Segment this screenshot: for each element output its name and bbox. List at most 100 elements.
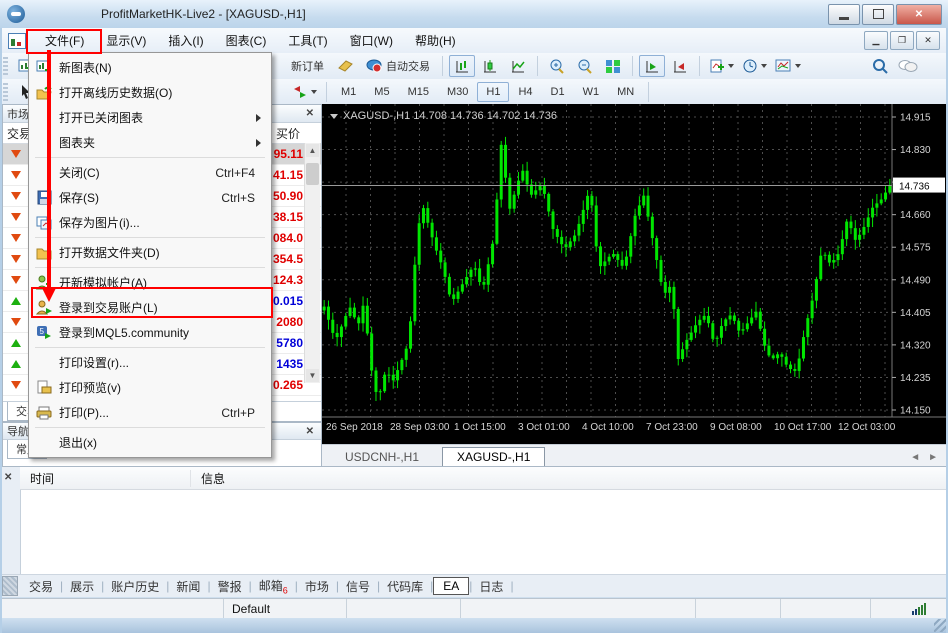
new-order-button[interactable]: 新订单 — [285, 55, 330, 77]
search-button[interactable] — [867, 55, 893, 77]
connection-status-icon — [912, 603, 926, 615]
price-chart[interactable]: 14.91514.83014.74514.66014.57514.49014.4… — [322, 104, 948, 444]
terminal-side-strip: ✕ — [0, 467, 21, 575]
file-menu-item-11[interactable]: 打印设置(r)... — [29, 350, 271, 375]
tab-scroll-left-icon[interactable]: ◄ — [910, 452, 920, 463]
menubar-item-1[interactable]: 显示(V) — [95, 30, 157, 52]
timeframe-m30-button[interactable]: M30 — [438, 82, 477, 102]
toolbar-grip[interactable] — [3, 57, 8, 75]
chart-tab-1[interactable]: XAGUSD-,H1 — [442, 447, 545, 467]
zoom-in-button[interactable] — [544, 55, 570, 77]
window-title: ProfitMarketHK-Live2 - [XAGUSD-,H1] — [101, 7, 306, 21]
file-menu-item-13[interactable]: 打印(P)...Ctrl+P — [29, 400, 271, 425]
line-chart-mode-button[interactable] — [505, 55, 531, 77]
quotes-button[interactable] — [332, 55, 358, 77]
terminal-tab-信号[interactable]: 信号 — [339, 576, 377, 597]
timeframe-d1-button[interactable]: D1 — [542, 82, 574, 102]
menubar-item-2[interactable]: 插入(I) — [157, 30, 214, 52]
menubar-item-6[interactable]: 帮助(H) — [404, 30, 467, 52]
time-column-header[interactable]: 时间 — [20, 470, 191, 487]
file-menu-item-12[interactable]: 打印预览(v) — [29, 375, 271, 400]
status-profile-cell[interactable]: Default — [224, 599, 347, 619]
mdi-restore-button[interactable]: ❐ — [890, 31, 914, 50]
periods-dropdown-caret[interactable] — [761, 64, 767, 68]
timeframe-h1-button[interactable]: H1 — [477, 82, 509, 102]
terminal-tab-展示[interactable]: 展示 — [63, 576, 101, 597]
chart-window[interactable]: 14.91514.83014.74514.66014.57514.49014.4… — [322, 104, 948, 444]
arrows-dropdown-caret[interactable] — [311, 90, 317, 94]
file-menu-item-14[interactable]: 退出(x) — [29, 430, 271, 455]
terminal-tab-交易[interactable]: 交易 — [22, 576, 60, 597]
chart-shift-button[interactable] — [667, 55, 693, 77]
mdi-close-button[interactable]: ✕ — [916, 31, 940, 50]
file-menu-item-6[interactable]: 保存为图片(i)... — [29, 210, 271, 235]
tab-scroll-right-icon[interactable]: ► — [928, 452, 938, 463]
terminal-close-icon[interactable]: ✕ — [4, 472, 12, 483]
candlestick-mode-button[interactable] — [477, 55, 503, 77]
terminal-tab-代码库[interactable]: 代码库 — [380, 576, 430, 597]
terminal-tab-账户历史[interactable]: 账户历史 — [104, 576, 166, 597]
minimize-button[interactable] — [828, 4, 860, 25]
menubar-item-5[interactable]: 窗口(W) — [339, 30, 404, 52]
terminal-tab-市场[interactable]: 市场 — [298, 576, 336, 597]
file-menu-item-4[interactable]: 关闭(C)Ctrl+F4 — [29, 160, 271, 185]
status-cell-3 — [347, 599, 461, 619]
scroll-down-icon[interactable]: ▼ — [306, 369, 319, 382]
timeframe-m5-button[interactable]: M5 — [365, 82, 398, 102]
menubar-item-4[interactable]: 工具(T) — [277, 30, 338, 52]
market-watch-close-icon[interactable]: ✕ — [303, 108, 317, 119]
chat-button[interactable] — [895, 55, 921, 77]
file-menu-item-3[interactable]: 图表夹 — [29, 130, 271, 155]
down-arrow-icon — [3, 171, 29, 179]
profile-label: Default — [232, 602, 270, 616]
periods-button[interactable] — [739, 55, 770, 77]
file-menu-item-0[interactable]: 新图表(N) — [29, 55, 271, 80]
timeframe-mn-button[interactable]: MN — [608, 82, 643, 102]
scroll-thumb[interactable] — [306, 163, 319, 185]
timeframe-m15-button[interactable]: M15 — [399, 82, 438, 102]
templates-dropdown-caret[interactable] — [795, 64, 801, 68]
close-button[interactable]: ✕ — [896, 4, 942, 25]
bid-price-value: 2080 — [271, 315, 303, 329]
autotrading-button[interactable]: 自动交易 — [360, 55, 436, 77]
scroll-up-icon[interactable]: ▲ — [306, 144, 319, 157]
file-menu-dropdown: 新图表(N)打开离线历史数据(O)打开已关闭图表图表夹关闭(C)Ctrl+F4保… — [28, 52, 272, 458]
mdi-minimize-button[interactable]: ▁ — [864, 31, 888, 50]
restore-button[interactable] — [862, 4, 894, 25]
navigator-close-icon[interactable]: ✕ — [303, 426, 317, 437]
file-menu-item-8[interactable]: 开新模拟帐户(A) — [29, 270, 271, 295]
up-arrow-icon — [3, 297, 29, 305]
auto-scroll-button[interactable] — [639, 55, 665, 77]
terminal-tab-新闻[interactable]: 新闻 — [169, 576, 207, 597]
market-watch-scrollbar[interactable]: ▲ ▼ — [304, 143, 320, 383]
file-menu-item-7[interactable]: 打开数据文件夹(D) — [29, 240, 271, 265]
message-column-header[interactable]: 信息 — [191, 470, 225, 487]
file-menu-item-1[interactable]: 打开离线历史数据(O) — [29, 80, 271, 105]
file-menu-item-5[interactable]: 保存(S)Ctrl+S — [29, 185, 271, 210]
indicators-button[interactable] — [706, 55, 737, 77]
tile-windows-button[interactable] — [600, 55, 626, 77]
terminal-strip-icon[interactable] — [2, 576, 18, 596]
indicators-dropdown-caret[interactable] — [728, 64, 734, 68]
toolbar-grip-2[interactable] — [3, 83, 8, 101]
terminal-tab-EA[interactable]: EA — [433, 577, 469, 595]
timeframe-m1-button[interactable]: M1 — [332, 82, 365, 102]
terminal-tab-警报[interactable]: 警报 — [211, 576, 249, 597]
bid-column-header[interactable]: 买价 — [276, 125, 300, 142]
chart-mdi-icon[interactable] — [8, 33, 26, 49]
menubar-item-3[interactable]: 图表(C) — [215, 30, 278, 52]
data-folder-icon — [29, 246, 59, 260]
file-menu-item-10[interactable]: 5登录到MQL5.community — [29, 320, 271, 345]
chart-tab-0[interactable]: USDCNH-,H1 — [330, 447, 434, 467]
terminal-tab-日志[interactable]: 日志 — [472, 576, 510, 597]
timeframe-h4-button[interactable]: H4 — [509, 82, 541, 102]
menubar-item-0[interactable]: 文件(F) — [34, 30, 95, 52]
arrows-tool-button[interactable] — [289, 81, 320, 103]
bar-chart-mode-button[interactable] — [449, 55, 475, 77]
zoom-out-button[interactable] — [572, 55, 598, 77]
templates-button[interactable] — [772, 55, 804, 77]
file-menu-item-9[interactable]: 登录到交易账户(L) — [29, 295, 271, 320]
file-menu-item-2[interactable]: 打开已关闭图表 — [29, 105, 271, 130]
timeframe-w1-button[interactable]: W1 — [574, 82, 609, 102]
terminal-tab-邮箱[interactable]: 邮箱6 — [252, 575, 295, 597]
